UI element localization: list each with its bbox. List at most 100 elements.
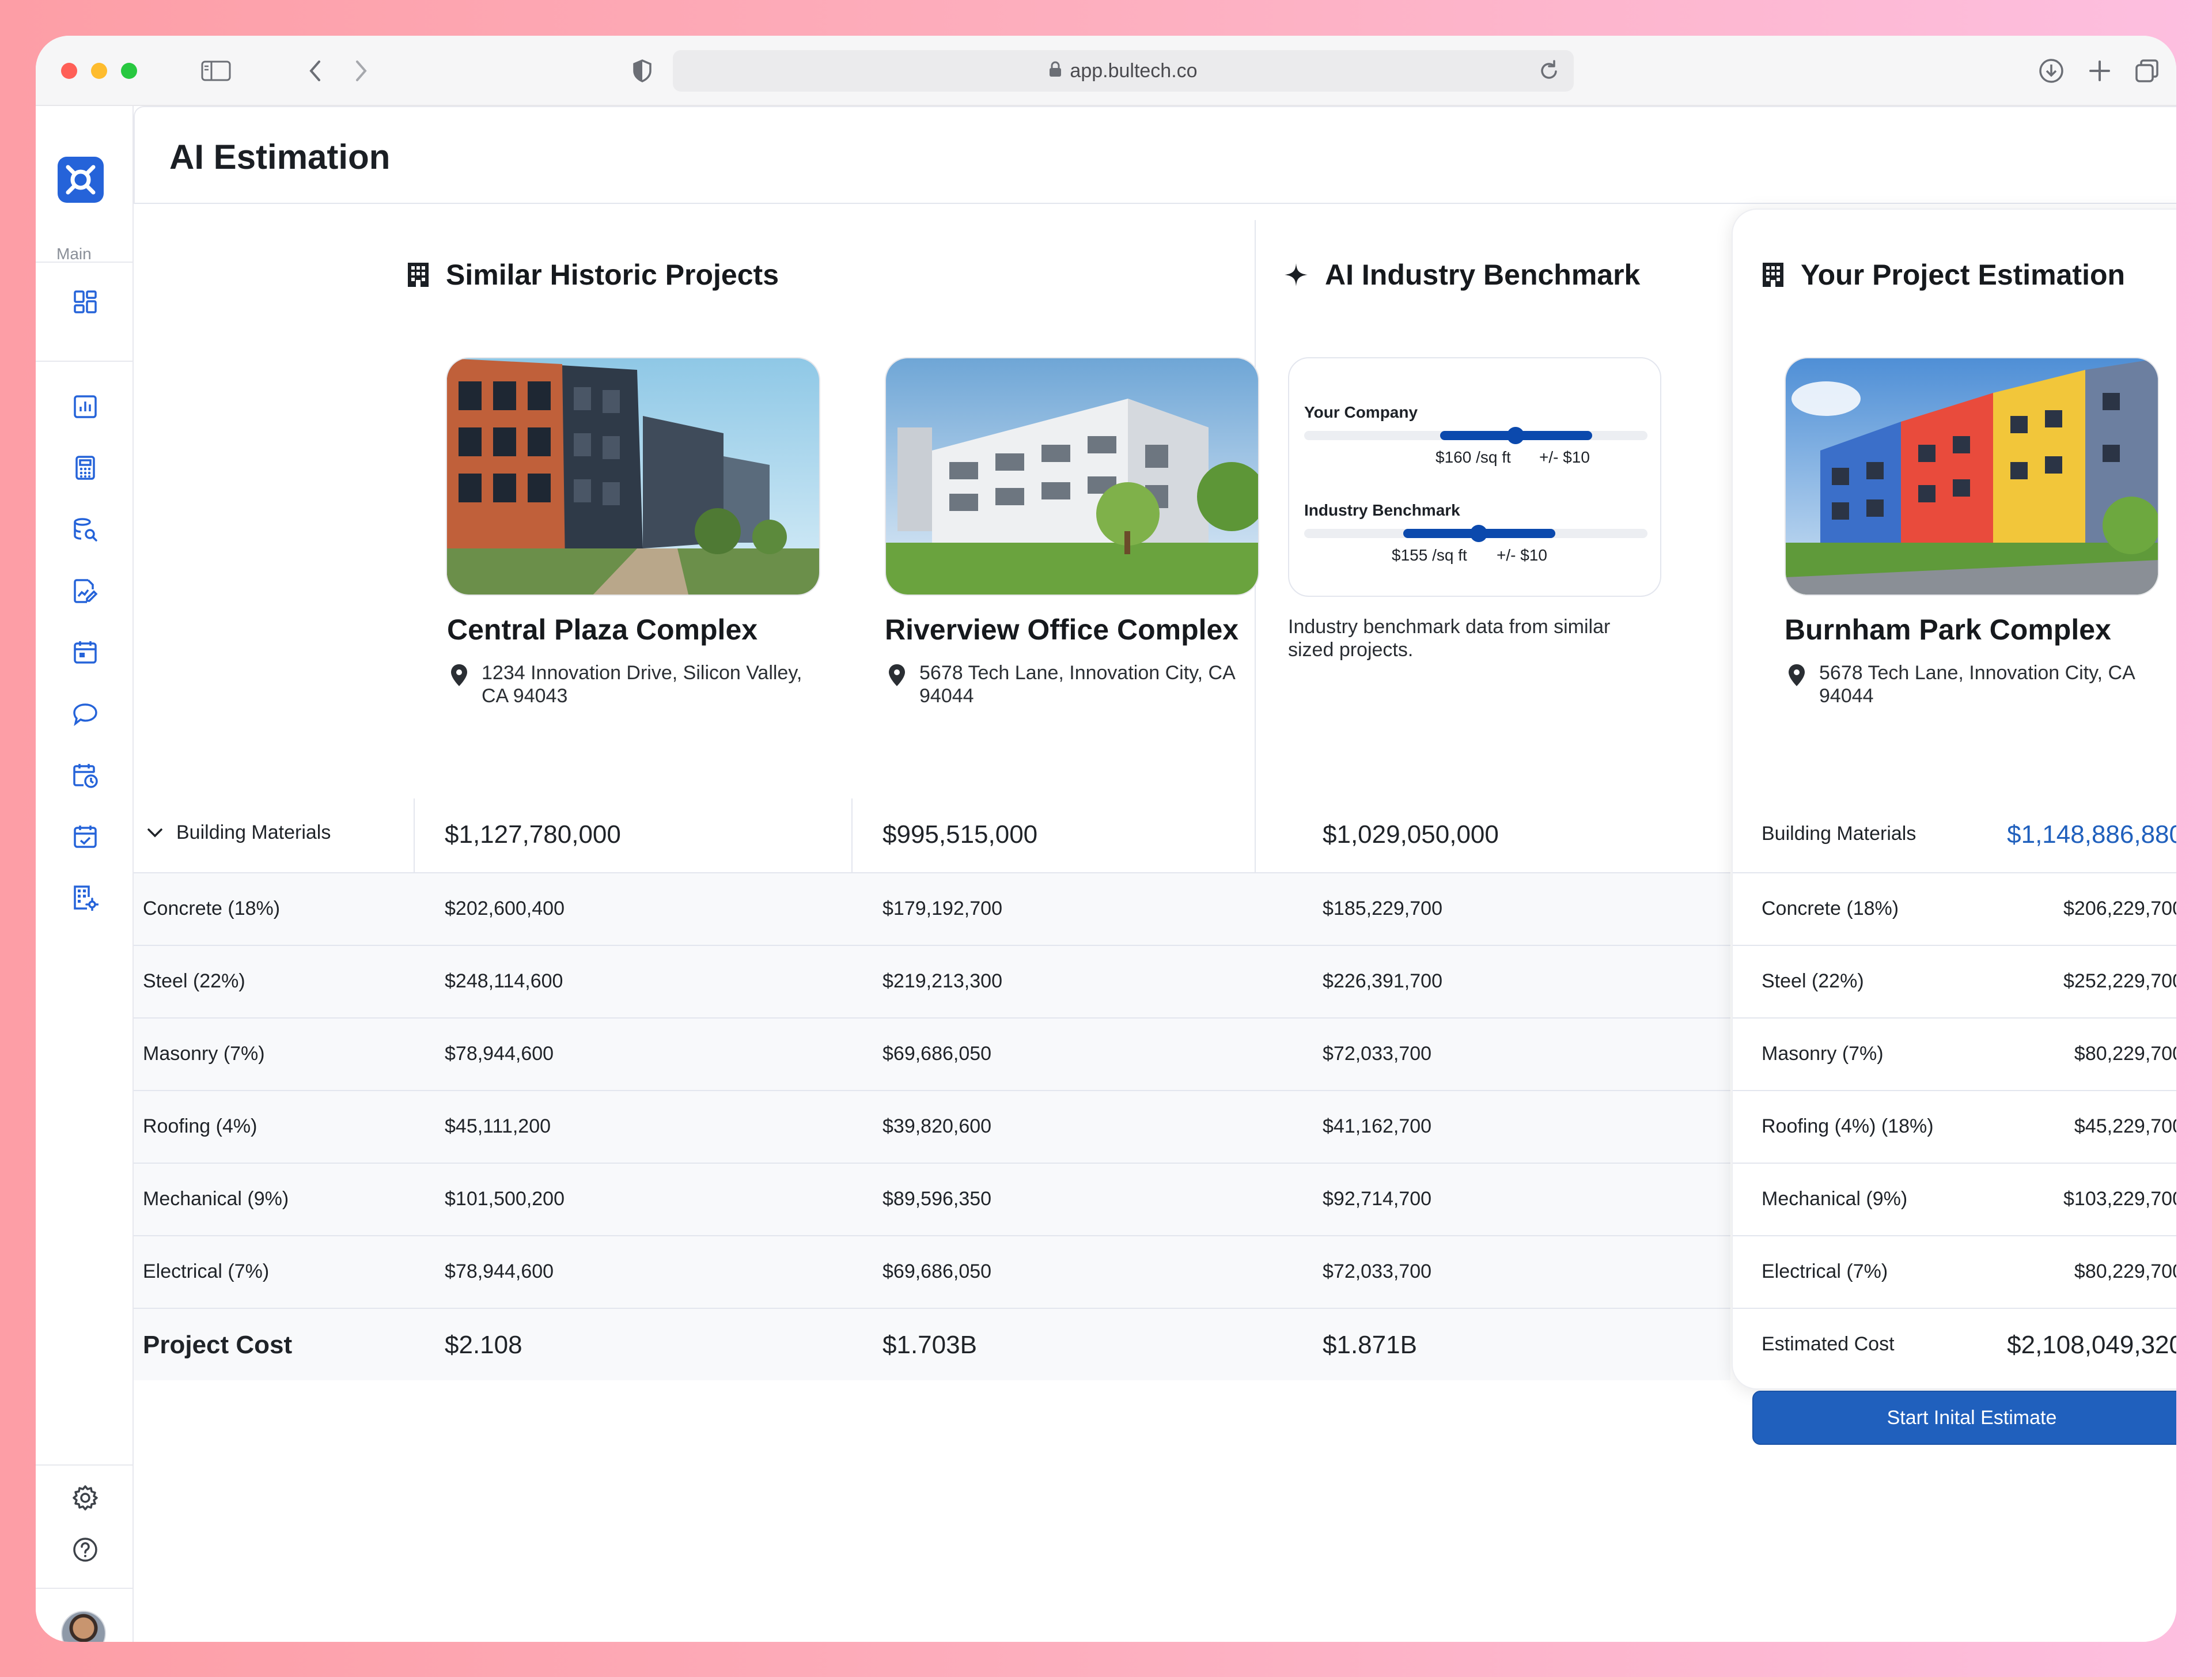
calculator-icon[interactable]	[69, 452, 101, 484]
table-row: Masonry (7%) $78,944,600 $69,686,050 $72…	[134, 1017, 1730, 1090]
row-value: $89,596,350	[882, 1188, 992, 1210]
project-name[interactable]: Central Plaza Complex	[447, 613, 757, 646]
download-icon[interactable]	[2033, 53, 2069, 89]
industry-range-track	[1304, 525, 1647, 542]
riverview-photo	[885, 357, 1259, 596]
row-label: Roofing (4%)	[143, 1115, 257, 1137]
chevron-down-icon	[146, 827, 164, 839]
benchmark-card: Your Company $160 /sq ft +/- $10 Industr…	[1288, 357, 1661, 597]
forward-icon[interactable]	[347, 53, 376, 89]
estimate-project-name[interactable]: Burnham Park Complex	[1785, 613, 2111, 646]
table-total-row: Project Cost $2.108 $1.703B $1.871B	[134, 1308, 1730, 1380]
browser-window: app.bultech.co Main AI Estimation Simila…	[36, 36, 2176, 1642]
estimated-cost-label: Estimated Cost	[1762, 1333, 1895, 1355]
estimate-row-value: $103,229,700	[2063, 1188, 2176, 1210]
project-address: 1234 Innovation Drive, Silicon Valley, CA…	[447, 661, 802, 707]
minimize-window-button[interactable]	[91, 63, 107, 79]
sidebar-divider	[36, 1588, 134, 1589]
industry-value: $155 /sq ft	[1392, 546, 1467, 564]
zoom-window-button[interactable]	[121, 63, 137, 79]
row-value: $185,229,700	[1323, 898, 1442, 919]
app-logo[interactable]	[58, 157, 104, 203]
document-chart-icon[interactable]	[69, 575, 101, 607]
row-value: $78,944,600	[445, 1260, 554, 1282]
lock-icon	[1049, 60, 1062, 82]
user-avatar[interactable]	[61, 1611, 106, 1642]
estimated-cost-value: $2,108,049,320	[2007, 1331, 2176, 1359]
sidebar-divider	[36, 361, 134, 362]
estimate-row: Masonry (7%) $80,229,700	[1733, 1017, 2176, 1090]
reload-icon[interactable]	[1538, 59, 1560, 88]
estimate-row-value: $45,229,700	[2074, 1115, 2176, 1137]
row-value: $39,820,600	[882, 1115, 992, 1137]
row-value: $248,114,600	[445, 970, 563, 992]
estimation-heading: Your Project Estimation	[1762, 258, 2125, 292]
row-value: $179,192,700	[882, 898, 1002, 919]
estimate-row-label: Roofing (4%) (18%)	[1762, 1115, 1934, 1137]
page-title: AI Estimation	[169, 138, 391, 176]
row-value: $69,686,050	[882, 1043, 992, 1065]
building-settings-icon[interactable]	[69, 881, 101, 914]
table-row: Concrete (18%) $202,600,400 $179,192,700…	[134, 872, 1730, 945]
calendar-clock-icon[interactable]	[69, 759, 101, 792]
estimate-row: Mechanical (9%) $103,229,700	[1733, 1163, 2176, 1235]
start-estimate-button[interactable]: Start Inital Estimate	[1752, 1391, 2176, 1445]
row-value: $45,111,200	[445, 1115, 551, 1137]
back-icon[interactable]	[301, 53, 329, 89]
your-company-range-track	[1304, 427, 1647, 444]
industry-marker[interactable]	[1470, 525, 1487, 542]
row-value: $101,500,200	[445, 1188, 565, 1210]
location-pin-icon	[1788, 664, 1805, 692]
row-value: $92,714,700	[1323, 1188, 1432, 1210]
building-icon	[407, 262, 430, 288]
sidebar-toggle-icon[interactable]	[198, 53, 234, 89]
close-window-button[interactable]	[61, 63, 77, 79]
building-materials-toggle[interactable]: Building Materials	[146, 822, 331, 844]
header-value: $995,515,000	[882, 820, 1038, 849]
estimate-total-value: $1,148,886,880	[2007, 820, 2176, 849]
central-plaza-photo	[446, 357, 820, 596]
estimate-row-value: $206,229,700	[2063, 898, 2176, 919]
row-value: $72,033,700	[1323, 1043, 1432, 1065]
location-pin-icon	[888, 664, 906, 692]
chart-icon[interactable]	[69, 391, 101, 423]
row-label: Concrete (18%)	[143, 898, 281, 919]
settings-icon[interactable]	[69, 1482, 101, 1514]
browser-toolbar: app.bultech.co	[36, 36, 2176, 106]
estimate-row: Steel (22%) $252,229,700	[1733, 945, 2176, 1017]
url-text: app.bultech.co	[1070, 59, 1198, 82]
project-name[interactable]: Riverview Office Complex	[885, 613, 1238, 646]
estimate-row-label: Masonry (7%)	[1762, 1043, 1884, 1065]
estimate-row-label: Concrete (18%)	[1762, 898, 1899, 919]
estimate-row-label: Steel (22%)	[1762, 970, 1864, 992]
sparkle-icon	[1283, 262, 1309, 287]
shield-icon[interactable]	[628, 53, 657, 89]
table-row: Mechanical (9%) $101,500,200 $89,596,350…	[134, 1163, 1730, 1235]
help-icon[interactable]	[69, 1534, 101, 1566]
your-company-marker[interactable]	[1507, 427, 1524, 444]
row-value: $72,033,700	[1323, 1260, 1432, 1282]
project-cost-label: Project Cost	[143, 1331, 293, 1359]
table-row: Electrical (7%) $78,944,600 $69,686,050 …	[134, 1235, 1730, 1308]
project-cost-value: $2.108	[445, 1331, 522, 1359]
estimate-row-value: $80,229,700	[2074, 1260, 2176, 1282]
estimate-row: Roofing (4%) (18%) $45,229,700	[1733, 1090, 2176, 1163]
row-value: $202,600,400	[445, 898, 565, 919]
your-company-range: +/- $10	[1539, 448, 1590, 466]
building-icon	[1762, 262, 1785, 288]
database-search-icon[interactable]	[69, 514, 101, 546]
location-pin-icon	[450, 664, 468, 692]
calendar-check-icon[interactable]	[69, 820, 101, 853]
header-value: $1,127,780,000	[445, 820, 621, 849]
tabs-overview-icon[interactable]	[2129, 53, 2165, 89]
new-tab-icon[interactable]	[2082, 53, 2118, 89]
address-bar[interactable]: app.bultech.co	[673, 50, 1574, 92]
project-cost-value: $1.703B	[882, 1331, 977, 1359]
dashboard-icon[interactable]	[69, 286, 101, 318]
historic-projects-heading: Similar Historic Projects	[407, 258, 779, 292]
row-label: Mechanical (9%)	[143, 1188, 289, 1210]
row-label: Steel (22%)	[143, 970, 245, 992]
estimate-total-row: Estimated Cost $2,108,049,320	[1733, 1308, 2176, 1380]
calendar-icon[interactable]	[69, 636, 101, 668]
chat-bubble-icon[interactable]	[69, 698, 101, 730]
